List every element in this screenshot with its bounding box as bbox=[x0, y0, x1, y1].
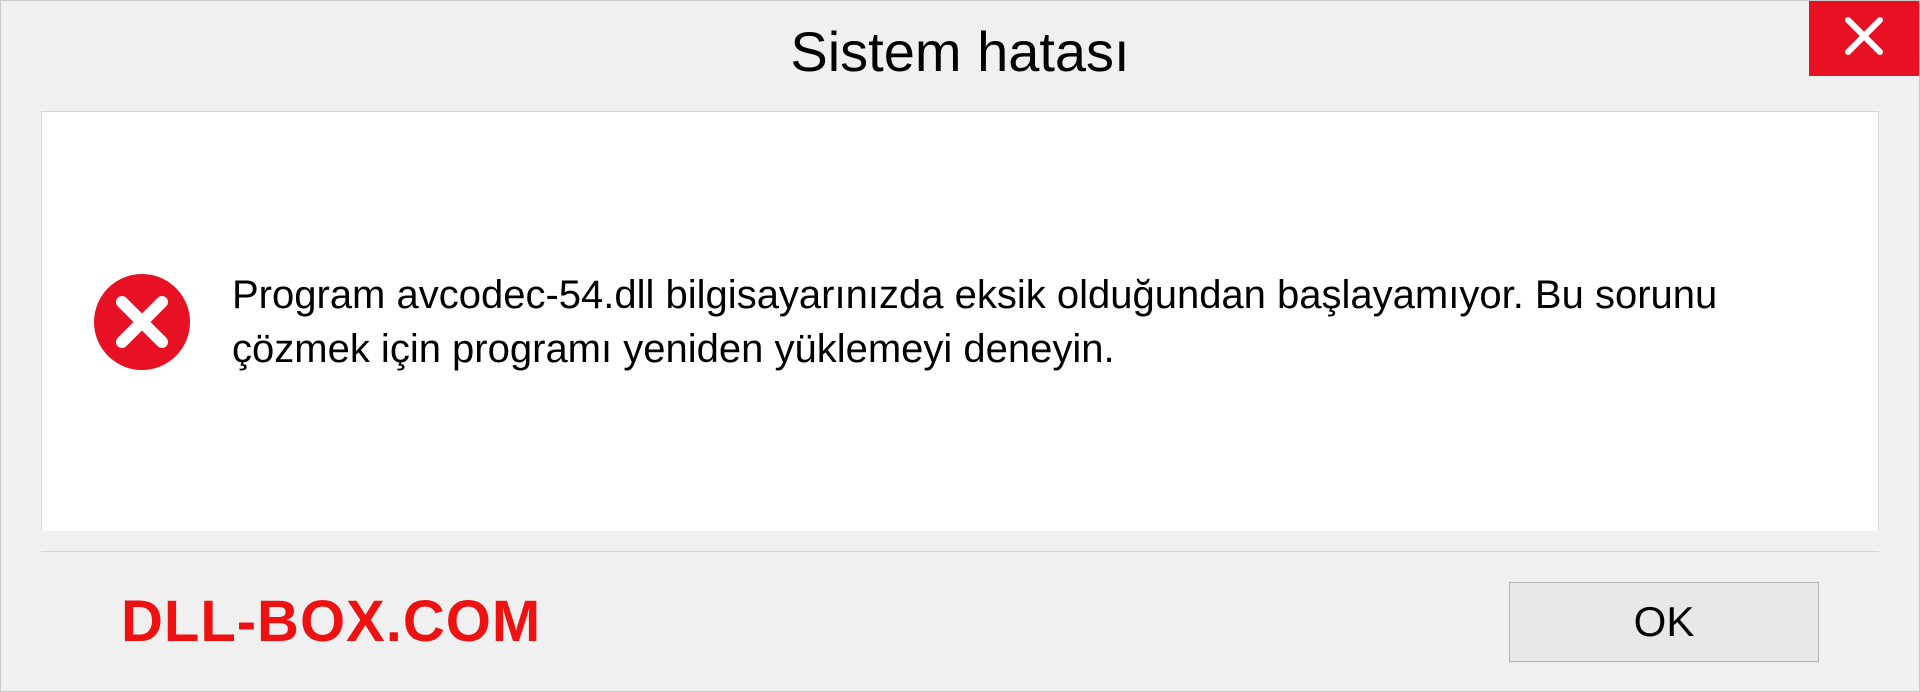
close-button[interactable] bbox=[1809, 1, 1919, 76]
error-message: Program avcodec-54.dll bilgisayarınızda … bbox=[232, 268, 1828, 376]
error-dialog: Sistem hatası Program avcodec-54.dll bil… bbox=[0, 0, 1920, 692]
dialog-title: Sistem hatası bbox=[790, 19, 1129, 84]
close-icon bbox=[1842, 14, 1886, 63]
titlebar: Sistem hatası bbox=[1, 1, 1919, 101]
watermark-text: DLL-BOX.COM bbox=[121, 588, 541, 655]
ok-button[interactable]: OK bbox=[1509, 582, 1819, 662]
error-icon bbox=[92, 272, 192, 372]
content-panel: Program avcodec-54.dll bilgisayarınızda … bbox=[41, 111, 1879, 531]
dialog-footer: DLL-BOX.COM OK bbox=[41, 551, 1879, 691]
